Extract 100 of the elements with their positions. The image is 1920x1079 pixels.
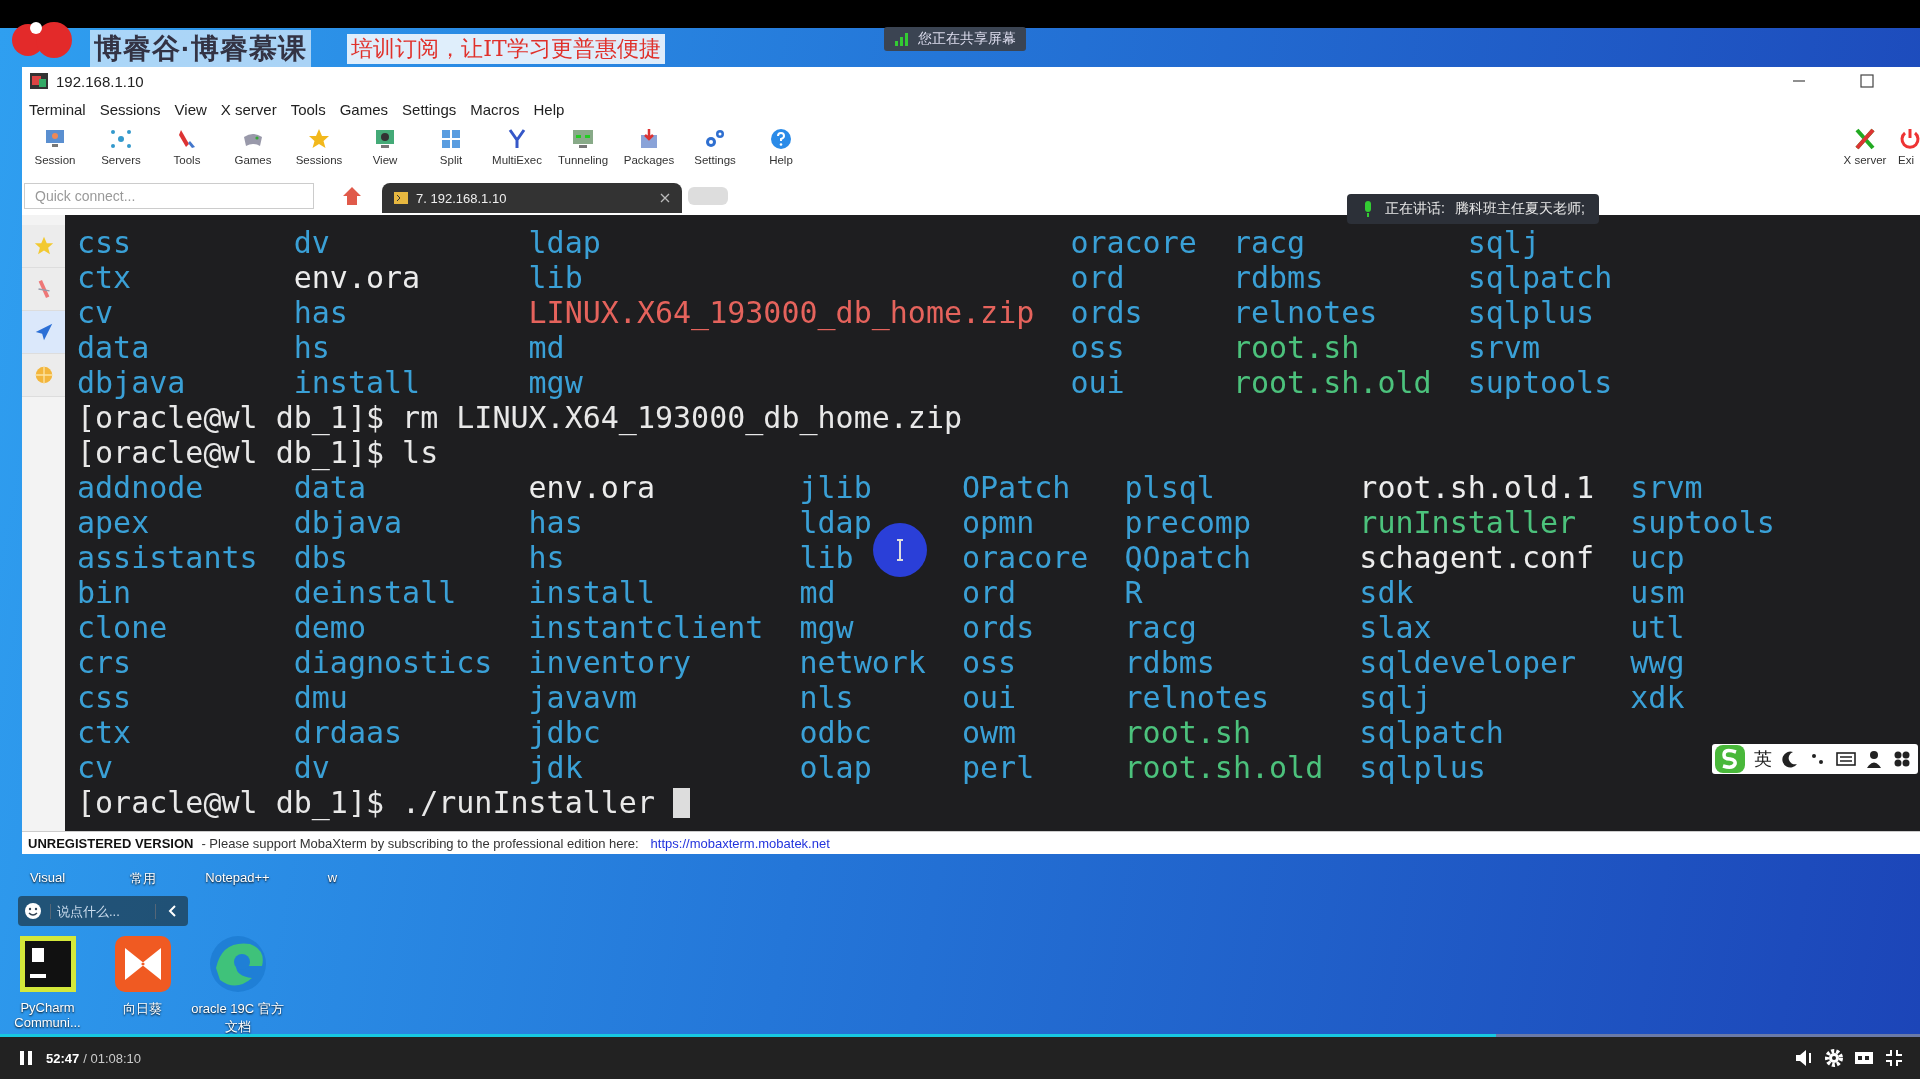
file-name: root.sh xyxy=(1124,715,1251,750)
file-name: nls xyxy=(799,680,854,715)
shell-prompt: [oracle@wl db_1]$ xyxy=(77,785,385,820)
toolbar-button[interactable]: Sessions xyxy=(286,125,352,168)
language-indicator[interactable]: 英 xyxy=(1754,747,1772,771)
monitor-icon xyxy=(373,127,397,151)
app-icon xyxy=(30,73,48,89)
signal-icon xyxy=(894,32,910,46)
volume-icon[interactable] xyxy=(1794,1048,1814,1068)
file-name: odbc xyxy=(799,715,872,750)
chat-box[interactable]: 说点什么... xyxy=(18,896,188,926)
file-name: sqlplus xyxy=(1467,295,1595,330)
file-name: wwg xyxy=(1630,645,1685,680)
file-name: oracore xyxy=(1070,225,1197,260)
file-name: opmn xyxy=(962,505,1035,540)
file-name: lib xyxy=(528,260,583,295)
session-tab[interactable]: 7. 192.168.1.10 xyxy=(382,183,682,213)
menu-item[interactable]: Tools xyxy=(285,100,335,118)
settings-icon[interactable] xyxy=(1824,1048,1844,1068)
menu-item[interactable]: Terminal xyxy=(24,100,95,118)
file-name: rdbms xyxy=(1124,645,1215,680)
toolbar-button[interactable]: View xyxy=(352,125,418,168)
file-name: has xyxy=(528,505,583,540)
file-name: ords xyxy=(1070,295,1143,330)
command-text: ls xyxy=(402,435,439,470)
shell-prompt: [oracle@wl db_1]$ xyxy=(77,400,385,435)
file-name: root.sh xyxy=(1232,330,1360,365)
file-name: css xyxy=(77,680,132,715)
file-name: oss xyxy=(962,645,1017,680)
file-name: oui xyxy=(1070,365,1125,400)
menu-item[interactable]: X server xyxy=(215,100,286,118)
speaking-notice: 正在讲话: 腾科班主任夏天老师; xyxy=(1347,194,1599,224)
file-name: dbjava xyxy=(77,365,186,400)
file-name: owm xyxy=(962,715,1017,750)
menu-item[interactable]: View xyxy=(169,100,216,118)
grid-icon[interactable] xyxy=(1892,749,1912,769)
toolbar-button[interactable]: Settings xyxy=(682,125,748,168)
file-name: dbs xyxy=(293,540,348,575)
file-name: install xyxy=(293,365,421,400)
file-name: suptools xyxy=(1630,505,1775,540)
file-name: ords xyxy=(962,610,1035,645)
send-icon[interactable] xyxy=(22,311,65,354)
file-name: hs xyxy=(293,330,330,365)
command-text: ./runInstaller xyxy=(402,785,655,820)
toolbar-button[interactable]: Tunneling xyxy=(550,125,616,168)
smiley-icon xyxy=(24,902,42,920)
file-name: perl xyxy=(962,750,1035,785)
menu-item[interactable]: Macros xyxy=(465,100,529,118)
toolbar-button[interactable]: Packages xyxy=(616,125,682,168)
file-name: ucp xyxy=(1630,540,1685,575)
desktop-icon-label[interactable]: w xyxy=(285,870,380,888)
file-name: racg xyxy=(1232,225,1306,260)
chat-input-field[interactable]: 说点什么... xyxy=(50,903,156,919)
input-method-logo-icon[interactable] xyxy=(1714,744,1746,774)
toolbar-button[interactable]: MultiExec xyxy=(484,125,550,168)
file-name: ldap xyxy=(799,505,872,540)
file-name: utl xyxy=(1630,610,1685,645)
file-name: assistants xyxy=(77,540,258,575)
close-icon[interactable] xyxy=(660,193,670,203)
toolbar-button[interactable]: Tools xyxy=(154,125,220,168)
moon-icon[interactable] xyxy=(1780,749,1800,769)
terminal-icon xyxy=(394,192,408,204)
file-name: ord xyxy=(1070,260,1125,295)
maximize-icon[interactable] xyxy=(1860,74,1874,88)
file-name: srvm xyxy=(1467,330,1540,365)
file-name: root.sh.old xyxy=(1124,750,1324,785)
file-name: bin xyxy=(77,575,132,610)
toolbar-button[interactable]: Games xyxy=(220,125,286,168)
exit-fullscreen-icon[interactable] xyxy=(1884,1048,1904,1068)
toolbar-button[interactable]: Split xyxy=(418,125,484,168)
file-name: lib xyxy=(799,540,854,575)
file-name: OPatch xyxy=(962,470,1071,505)
file-name: has xyxy=(293,295,348,330)
person-icon[interactable] xyxy=(1864,749,1884,769)
file-name: ord xyxy=(962,575,1017,610)
brand-name: 博睿谷·博睿慕课 xyxy=(90,30,312,68)
file-name: sqlpatch xyxy=(1467,260,1613,295)
toolbar-button[interactable]: Session xyxy=(22,125,88,168)
file-name: olap xyxy=(799,750,872,785)
file-name: oui xyxy=(962,680,1017,715)
elapsed-time: 52:47 xyxy=(46,1050,80,1066)
menu-item[interactable]: Sessions xyxy=(94,100,170,118)
menu-item[interactable]: Help xyxy=(528,100,574,118)
file-name: md xyxy=(799,575,836,610)
screen-sharing-notice: 您正在共享屏幕 xyxy=(884,27,1026,51)
quick-connect-field[interactable]: Quick connect... xyxy=(24,183,314,209)
toolbar-button[interactable]: Exi xyxy=(1898,125,1920,168)
website-link[interactable]: https://mobaxterm.mobatek.net xyxy=(650,835,830,851)
file-name: runInstaller xyxy=(1359,505,1577,540)
file-name: javavm xyxy=(528,680,637,715)
toolbar-button[interactable]: Help xyxy=(748,125,814,168)
file-name: install xyxy=(528,575,655,610)
keyboard-icon[interactable] xyxy=(1836,749,1856,769)
menu-item[interactable]: Games xyxy=(334,100,398,118)
file-name: sqlplus xyxy=(1359,750,1486,785)
file-name: racg xyxy=(1124,610,1197,645)
toolbar-button[interactable]: X server xyxy=(1832,125,1898,168)
toolbar-button[interactable]: Servers xyxy=(88,125,154,168)
file-name: root.sh.old.1 xyxy=(1359,470,1595,505)
menu-item[interactable]: Settings xyxy=(397,100,466,118)
